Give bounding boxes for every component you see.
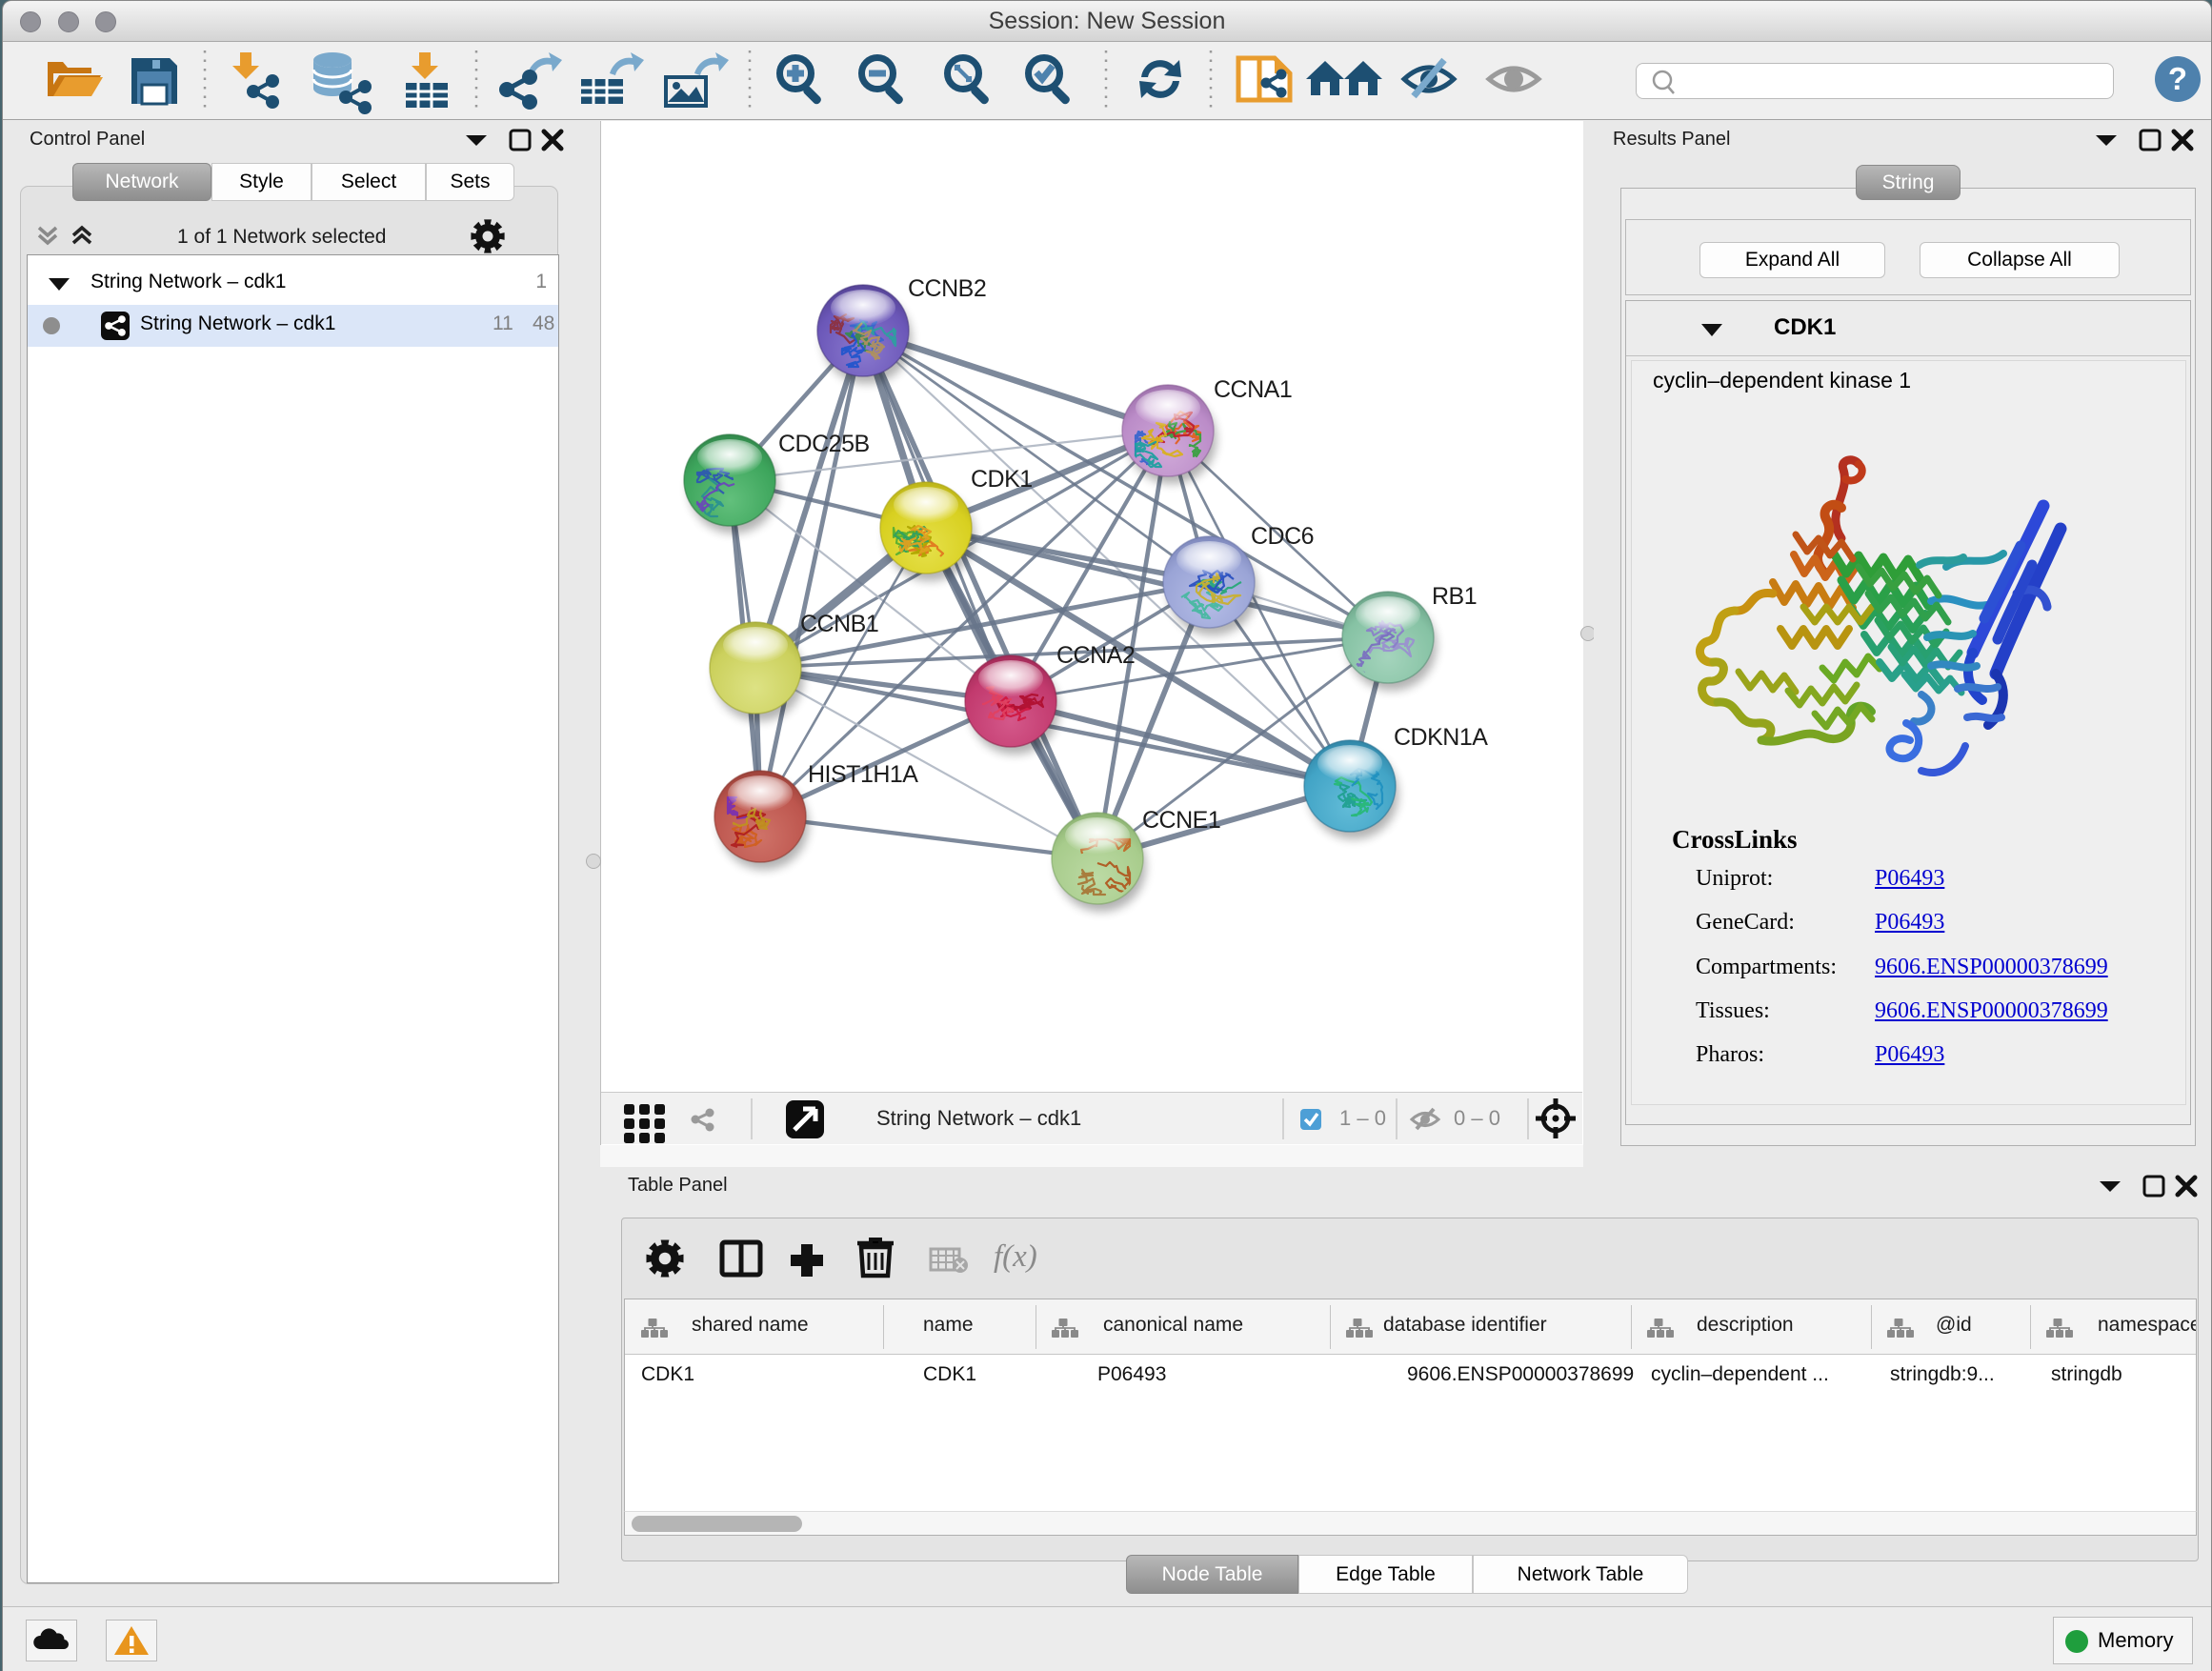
svg-text:CCNA2: CCNA2 (1056, 642, 1135, 669)
svg-text:CDKN1A: CDKN1A (1394, 724, 1488, 751)
svg-text:CDC25B: CDC25B (778, 431, 870, 457)
svg-text:RB1: RB1 (1432, 583, 1477, 610)
svg-text:HIST1H1A: HIST1H1A (808, 761, 918, 788)
svg-text:CCNB2: CCNB2 (908, 275, 986, 302)
svg-text:CCNB1: CCNB1 (800, 611, 878, 637)
svg-text:CCNA1: CCNA1 (1214, 376, 1292, 403)
svg-text:CCNE1: CCNE1 (1142, 807, 1220, 834)
svg-text:CDK1: CDK1 (971, 466, 1033, 493)
svg-text:CDC6: CDC6 (1251, 523, 1314, 550)
